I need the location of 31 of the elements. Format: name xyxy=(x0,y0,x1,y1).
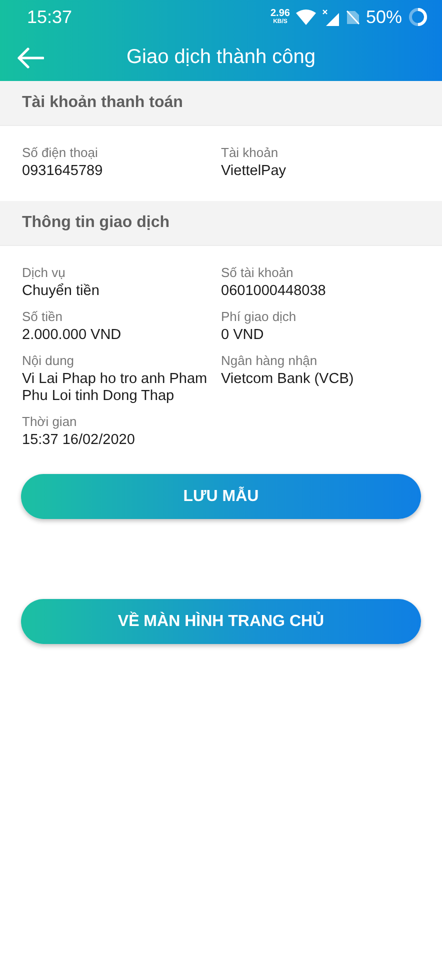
battery-icon xyxy=(408,7,428,27)
field-value: 15:37 16/02/2020 xyxy=(22,432,136,449)
field-value: ViettelPay xyxy=(221,163,288,180)
field-label: Thời gian xyxy=(22,414,78,430)
sim-icon xyxy=(346,9,360,25)
field-label: Ngân hàng nhận xyxy=(221,353,318,369)
section-title: Tài khoản thanh toán xyxy=(0,81,442,126)
signal-icon xyxy=(322,8,340,26)
screen-title: Giao dịch thành công xyxy=(125,46,317,69)
field-value: Vi Lai Phap ho tro anh Pham Phu Loi tinh Dong Thap xyxy=(22,371,208,405)
field-value: 0931645789 xyxy=(22,163,104,180)
field-value: Vietcom Bank (VCB) xyxy=(221,371,355,388)
field-value: 2.000.000 VND xyxy=(22,327,122,344)
field-label: Nội dung xyxy=(22,353,76,369)
wifi-icon xyxy=(296,9,316,25)
action-button[interactable]: LƯU MẪU xyxy=(21,474,421,519)
back-arrow-icon xyxy=(16,46,44,68)
network-speed: 2.96 xyxy=(270,9,290,19)
field-value: 0601000448038 xyxy=(221,283,327,300)
field-label: Số điện thoại xyxy=(22,145,99,161)
field-label: Số tiền xyxy=(22,309,64,325)
status-time: 15:37 xyxy=(27,6,74,28)
section-title: Thông tin giao dịch xyxy=(0,201,442,246)
field-label: Phí giao dịch xyxy=(221,309,298,325)
battery-level: 50% xyxy=(366,6,402,28)
field-label: Số tài khoản xyxy=(221,265,294,281)
field-label: Tài khoản xyxy=(221,145,280,161)
field-label: Dịch vụ xyxy=(22,265,66,281)
field-value: Chuyển tiền xyxy=(22,283,100,300)
action-button[interactable]: VỀ MÀN HÌNH TRANG CHỦ xyxy=(21,599,421,644)
field-value: 0 VND xyxy=(221,327,265,344)
